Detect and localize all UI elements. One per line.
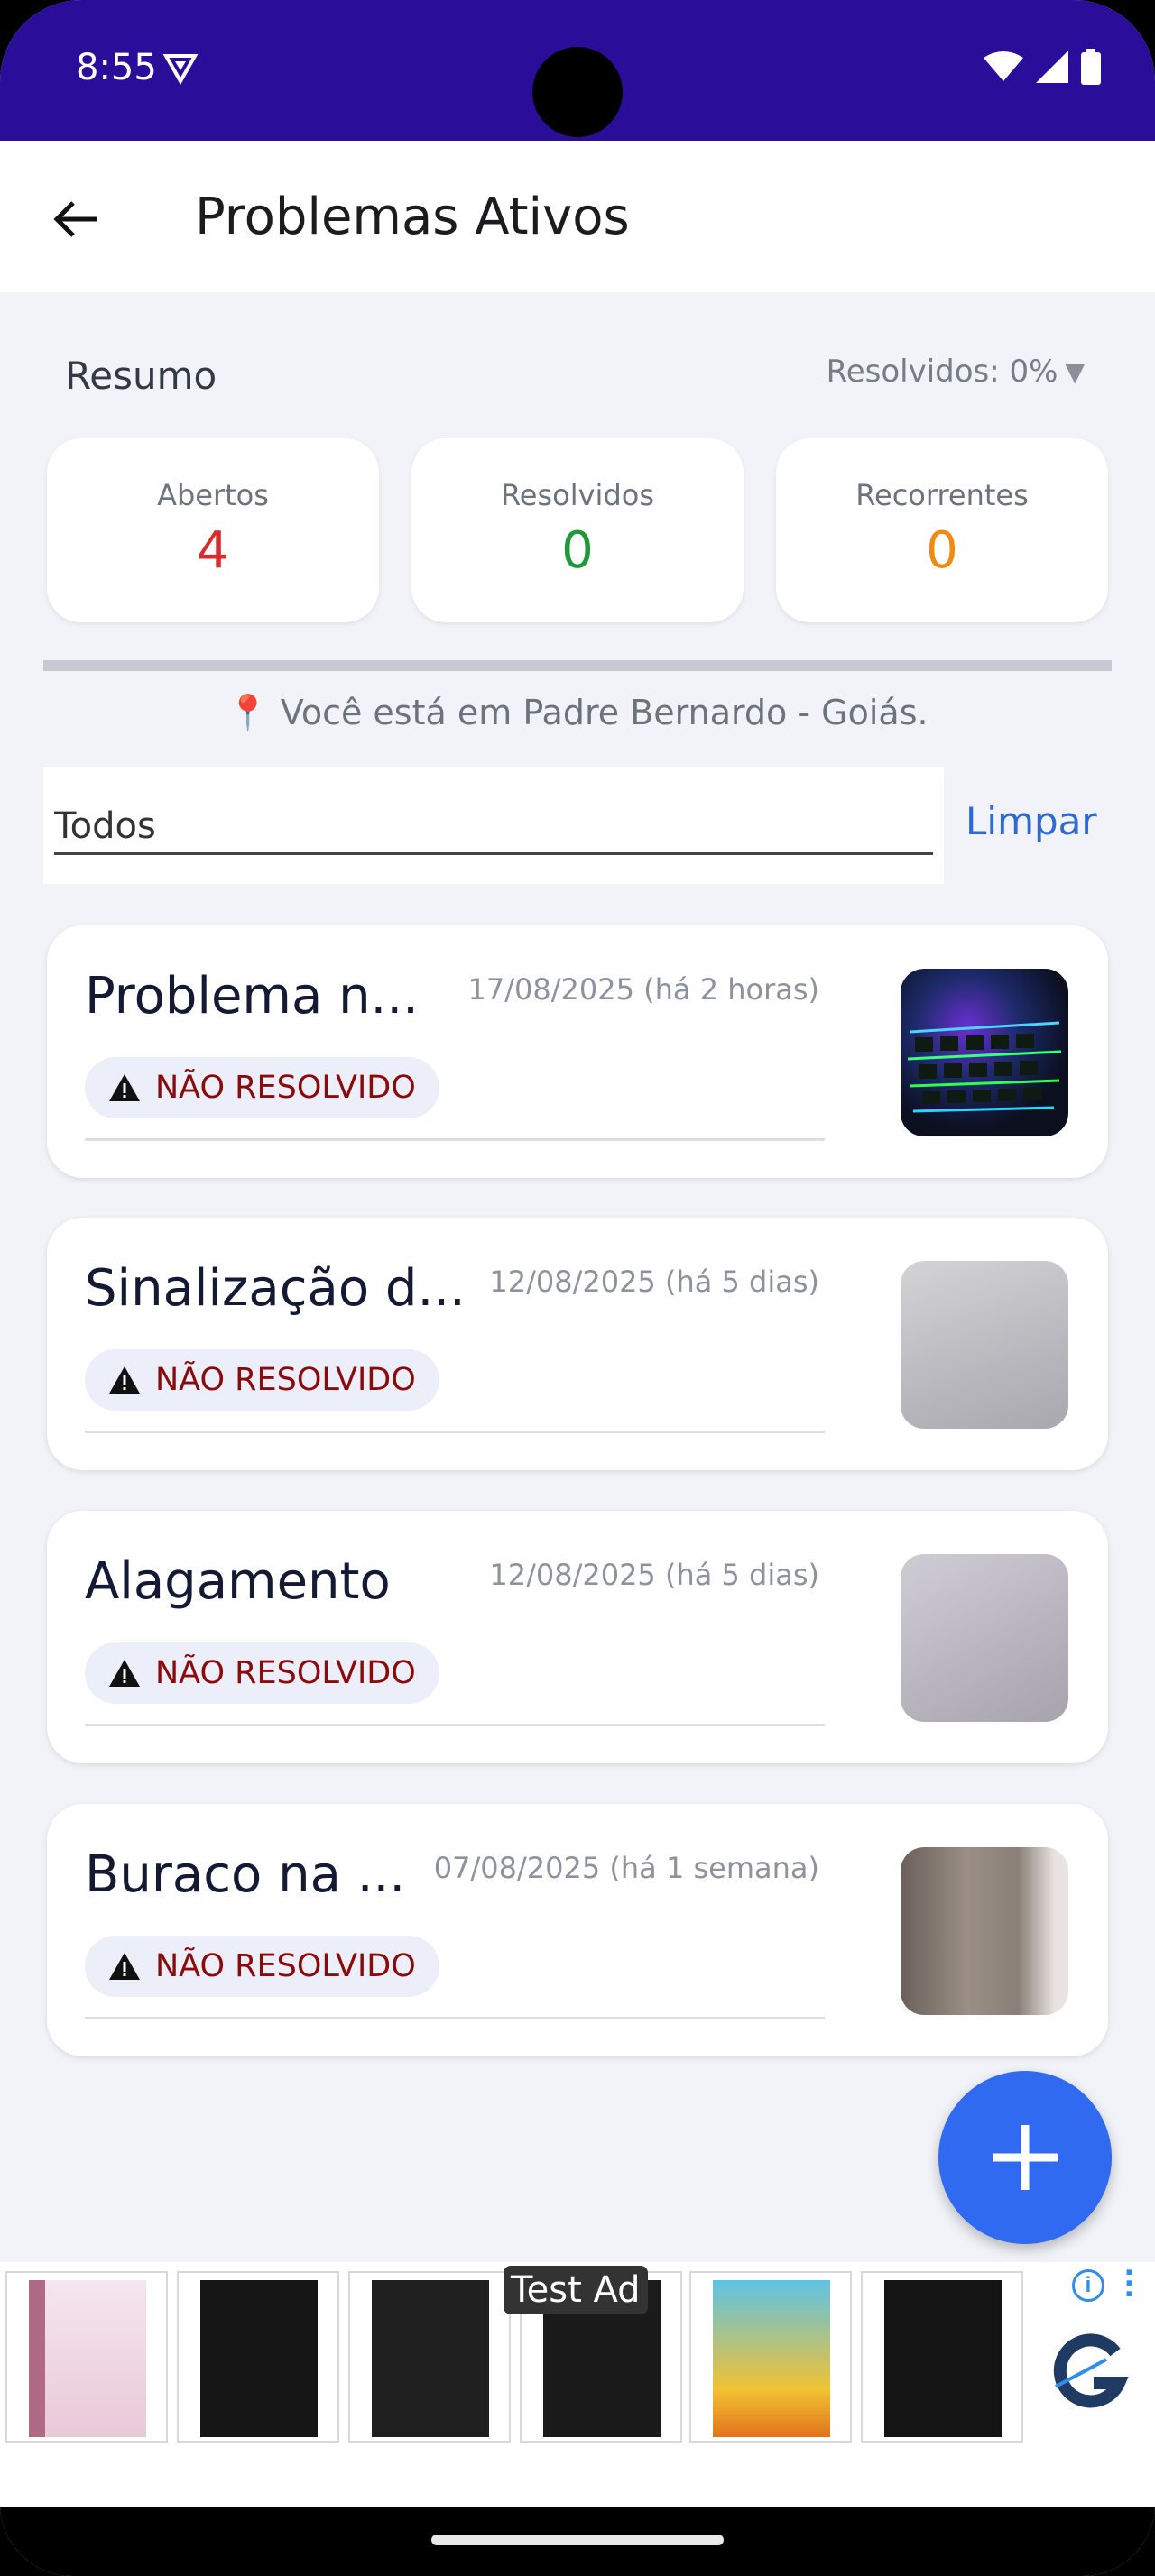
filter-select[interactable] xyxy=(54,799,933,855)
ad-product[interactable] xyxy=(348,2271,511,2443)
status-badge: NÃO RESOLVIDO xyxy=(85,1642,439,1704)
phone-screen: 8:55 Problemas Ativos Resumo Resolvidos:… xyxy=(0,0,1155,2576)
problem-photo-floor[interactable] xyxy=(901,1261,1068,1429)
ad-product[interactable] xyxy=(861,2271,1023,2443)
vpn-shield-icon xyxy=(162,54,199,85)
plus-icon xyxy=(993,2125,1058,2190)
divider xyxy=(43,660,1112,671)
stat-value: 4 xyxy=(197,521,229,580)
problem-photo-keyboard[interactable] xyxy=(901,969,1068,1136)
ad-label: Test Ad xyxy=(504,2266,648,2314)
problem-title: Buraco na ... xyxy=(85,1845,406,1904)
problem-title: Alagamento xyxy=(85,1552,391,1611)
filter-box xyxy=(43,767,944,884)
problem-photo-floor[interactable] xyxy=(901,1554,1068,1722)
problem-card[interactable]: Sinalização d... 12/08/2025 (há 5 dias) … xyxy=(47,1218,1108,1470)
keyboard-keys xyxy=(907,1021,1062,1113)
stat-value: 0 xyxy=(561,521,594,580)
summary-label: Resumo xyxy=(65,354,217,398)
status-text: NÃO RESOLVIDO xyxy=(155,1070,416,1106)
wifi-icon xyxy=(984,51,1023,81)
caret-down-icon: ▼ xyxy=(1065,356,1085,387)
status-bar: 8:55 xyxy=(0,0,1155,141)
stat-card-recurring: Recorrentes 0 xyxy=(776,438,1108,622)
signal-icon xyxy=(1036,51,1068,83)
stat-label: Resolvidos xyxy=(500,478,654,512)
resolved-filter-label: Resolvidos: 0% xyxy=(826,354,1058,390)
stat-value: 0 xyxy=(926,521,958,580)
status-badge: NÃO RESOLVIDO xyxy=(85,1057,439,1118)
ad-product[interactable] xyxy=(689,2271,852,2443)
ad-info-icon[interactable]: i xyxy=(1072,2269,1104,2302)
problem-title: Problema n... xyxy=(85,967,419,1026)
status-badge: NÃO RESOLVIDO xyxy=(85,1936,439,1997)
clear-filter-button[interactable]: Limpar xyxy=(966,799,1097,843)
problem-photo-wall[interactable] xyxy=(901,1847,1068,2015)
page-title: Problemas Ativos xyxy=(195,188,630,246)
stat-label: Recorrentes xyxy=(855,478,1029,512)
warning-icon xyxy=(109,1366,140,1394)
problem-card[interactable]: Buraco na ... 07/08/2025 (há 1 semana) N… xyxy=(47,1804,1108,2056)
card-divider xyxy=(85,2017,825,2019)
ad-menu-icon[interactable]: · · · xyxy=(1124,2256,1136,2312)
status-text: NÃO RESOLVIDO xyxy=(155,1948,416,1984)
stat-label: Abertos xyxy=(157,478,269,512)
problem-date: 07/08/2025 (há 1 semana) xyxy=(433,1851,819,1885)
back-button[interactable] xyxy=(43,188,106,251)
status-time: 8:55 xyxy=(76,47,157,88)
warning-icon xyxy=(109,1953,140,1980)
status-badge: NÃO RESOLVIDO xyxy=(85,1349,439,1411)
problem-card[interactable]: Alagamento 12/08/2025 (há 5 dias) NÃO RE… xyxy=(47,1511,1108,1763)
home-indicator[interactable] xyxy=(431,2535,724,2545)
problem-title: Sinalização d... xyxy=(85,1259,466,1318)
status-text: NÃO RESOLVIDO xyxy=(155,1655,416,1691)
stat-card-resolved: Resolvidos 0 xyxy=(411,438,744,622)
arrow-left-icon xyxy=(53,201,97,237)
problem-card[interactable]: Problema n... 17/08/2025 (há 2 horas) NÃ… xyxy=(47,925,1108,1178)
ad-product[interactable] xyxy=(5,2271,168,2443)
card-divider xyxy=(85,1138,825,1141)
add-problem-button[interactable] xyxy=(938,2071,1112,2244)
warning-icon xyxy=(109,1660,140,1687)
app-bar: Problemas Ativos xyxy=(0,141,1155,292)
bottom-spacer xyxy=(0,2448,1155,2507)
location-text: 📍 Você está em Padre Bernardo - Goiás. xyxy=(226,693,929,732)
card-divider xyxy=(85,1431,825,1433)
status-icons xyxy=(984,49,1101,85)
problem-date: 12/08/2025 (há 5 dias) xyxy=(489,1558,819,1592)
problem-date: 12/08/2025 (há 5 dias) xyxy=(489,1265,819,1299)
problem-date: 17/08/2025 (há 2 horas) xyxy=(467,972,819,1007)
warning-icon xyxy=(109,1074,140,1101)
front-camera xyxy=(532,47,623,137)
stat-card-open: Abertos 4 xyxy=(47,438,379,622)
status-text: NÃO RESOLVIDO xyxy=(155,1362,416,1398)
card-divider xyxy=(85,1724,825,1726)
battery-icon xyxy=(1081,49,1101,85)
advertiser-logo-icon xyxy=(1053,2333,1129,2408)
ad-product[interactable] xyxy=(177,2271,339,2443)
resolved-filter-dropdown[interactable]: Resolvidos: 0% ▼ xyxy=(827,354,1085,390)
